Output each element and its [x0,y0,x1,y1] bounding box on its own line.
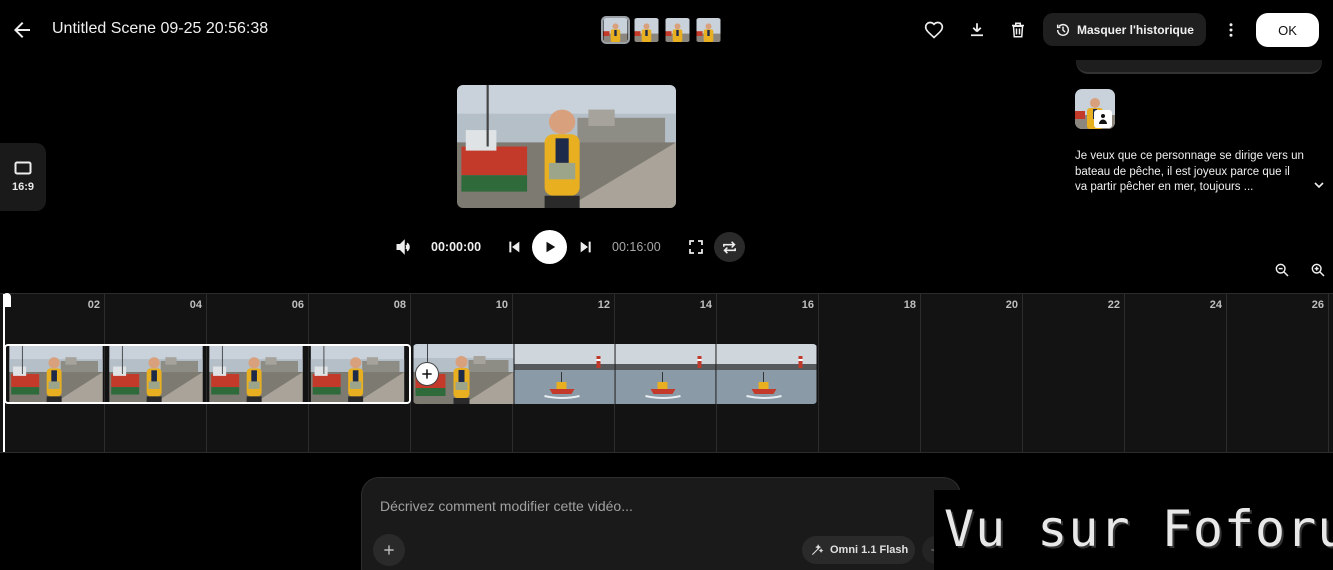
timeline-gridline [818,294,819,452]
playhead[interactable] [3,293,11,452]
fullscreen-button[interactable] [686,237,706,257]
current-time: 00:00:00 [431,240,482,254]
prompt-input[interactable] [380,496,900,516]
aspect-ratio-button[interactable]: 16:9 [0,143,46,211]
delete-button[interactable] [1006,18,1030,42]
watermark-text: Vu sur Foforum [944,500,1333,558]
attach-button[interactable] [373,534,405,566]
download-icon [971,23,983,37]
volume-button[interactable] [394,237,414,257]
zoom-out-icon [1275,263,1289,277]
heart-icon [924,21,944,39]
next-button[interactable] [576,237,596,257]
sparkle-icon [811,544,824,556]
download-button[interactable] [965,18,989,42]
person-icon [1099,114,1107,124]
total-time: 00:16:00 [612,240,661,254]
top-bar: Untitled Scene 09-25 20:56:38 Masquer l'… [0,0,1333,60]
person-badge [1094,110,1112,128]
more-vert-icon [1229,23,1233,37]
timeline-tick-label: 06 [291,299,304,311]
zoom-in-button[interactable] [1310,262,1326,278]
aspect-ratio-label: 16:9 [11,181,35,193]
variant-thumbnail[interactable] [694,16,723,44]
variant-thumbnail[interactable] [601,16,630,44]
back-button[interactable] [10,18,34,42]
model-selector[interactable]: Omni 1.1 Flash [802,536,915,564]
play-icon [546,241,555,253]
timeline-gridline [1124,294,1125,452]
plus-icon [384,545,394,555]
variant-thumbnail[interactable] [632,16,661,44]
timeline-tick-label: 10 [495,299,508,311]
arrow-left-icon [14,22,30,38]
favorite-button[interactable] [922,18,946,42]
prompt-box: Omni 1.1 Flash [361,477,961,570]
timeline-tick-label: 26 [1311,299,1324,311]
skip-next-icon [580,241,591,253]
skip-previous-icon [509,241,520,253]
repeat-icon [723,240,736,254]
history-icon [1056,23,1070,36]
variant-thumbnail[interactable] [663,16,692,44]
watermark: Vu sur Foforum [934,490,1333,570]
timeline-gridline [920,294,921,452]
timeline-tick-label: 04 [189,299,202,311]
volume-icon [396,239,410,255]
plus-icon [422,369,432,379]
timeline-tick-label: 08 [393,299,406,311]
timeline[interactable]: 02 04 06 08 10 12 14 16 18 20 22 24 26 [0,293,1333,453]
timeline-tick-label: 20 [1005,299,1018,311]
timeline-tick-label: 18 [903,299,916,311]
timeline-gridline [1226,294,1227,452]
toggle-history-label: Masquer l'historique [1077,22,1194,37]
loop-button[interactable] [714,232,745,262]
toggle-history-button[interactable]: Masquer l'historique [1043,13,1206,46]
history-panel: Je veux que ce personnage se dirige vers… [1071,60,1333,210]
scene-title: Untitled Scene 09-25 20:56:38 [52,20,269,37]
timeline-tick-label: 12 [597,299,610,311]
aspect-ratio-icon [14,161,32,175]
add-clip-button[interactable] [415,362,439,386]
zoom-in-icon [1311,263,1325,277]
timeline-tick-label: 22 [1107,299,1120,311]
timeline-gridline [1328,294,1329,452]
model-label: Omni 1.1 Flash [830,544,909,556]
timeline-tick-label: 16 [801,299,814,311]
play-button[interactable] [532,230,567,264]
history-prompt: Je veux que ce personnage se dirige vers… [1075,150,1304,193]
timeline-gridline [1022,294,1023,452]
more-options-button[interactable] [1219,18,1243,42]
timeline-tick-label: 02 [87,299,100,311]
playhead-handle[interactable] [3,293,11,307]
fullscreen-icon [689,240,703,254]
trash-icon [1012,22,1024,38]
video-preview[interactable] [457,85,676,208]
timeline-clip[interactable] [4,344,411,404]
previous-button[interactable] [504,237,524,257]
chevron-down-icon [1314,182,1324,189]
history-previous-entry[interactable] [1076,60,1322,74]
timeline-tick-label: 24 [1209,299,1222,311]
variant-thumbnails [601,16,723,44]
expand-prompt-button[interactable] [1311,177,1327,193]
zoom-out-button[interactable] [1274,262,1290,278]
ok-button[interactable]: OK [1256,13,1319,47]
timeline-clip[interactable] [413,344,817,404]
timeline-tick-label: 14 [699,299,712,311]
